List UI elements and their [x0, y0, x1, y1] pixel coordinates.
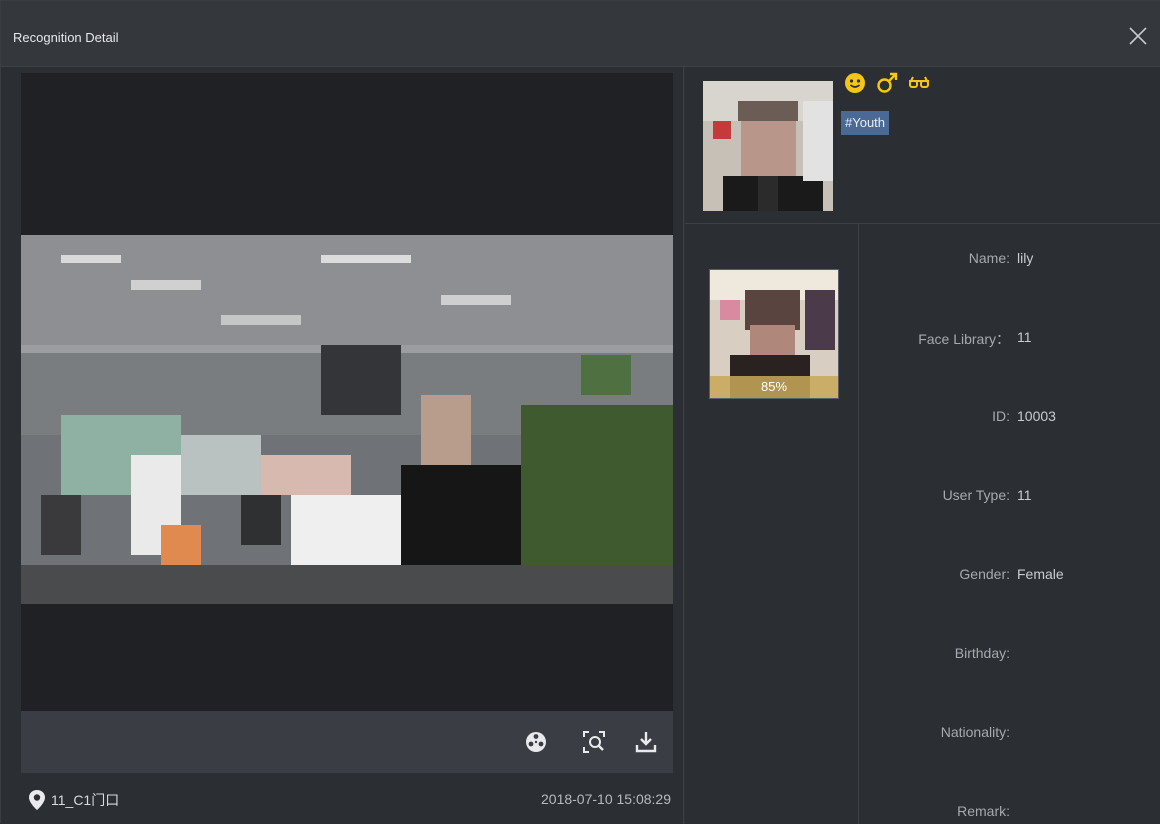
- video-viewport: [21, 73, 673, 711]
- capture-timestamp: 2018-07-10 15:08:29: [541, 791, 671, 807]
- matched-face-image[interactable]: 85%: [709, 269, 839, 399]
- person-info: Name: lily Face Library： 11 ID: 10003 Us…: [860, 224, 1160, 824]
- birthday-label: Birthday:: [954, 645, 1010, 661]
- user-type-label: User Type:: [942, 487, 1010, 503]
- user-type-value: 11: [1017, 487, 1032, 503]
- glasses-icon: [907, 71, 931, 95]
- field-remark: Remark:: [860, 799, 1160, 823]
- film-reel-icon: [526, 732, 546, 752]
- smile-icon: [843, 71, 867, 95]
- close-button[interactable]: [1127, 25, 1149, 47]
- close-icon: [1129, 27, 1147, 45]
- field-birthday: Birthday:: [860, 641, 1160, 665]
- zoom-face-icon: [583, 731, 605, 753]
- zoom-face-button[interactable]: [581, 729, 607, 755]
- face-library-label: Face Library：: [918, 331, 1010, 347]
- scene-snapshot-image: [21, 235, 673, 604]
- snapshot-toolbar: [21, 711, 673, 773]
- field-face-library: Face Library： 11: [860, 325, 1160, 349]
- channel-location: 11_C1门口: [27, 789, 119, 811]
- gender-label: Gender:: [959, 566, 1010, 582]
- detail-panel: #Youth 85% Name: lily Face Library： 11 I…: [685, 67, 1160, 824]
- male-icon: [875, 71, 899, 95]
- channel-name: 11_C1门口: [51, 792, 120, 808]
- id-label: ID:: [992, 408, 1010, 424]
- title-bar: Recognition Detail: [1, 1, 1160, 67]
- field-nationality: Nationality:: [860, 720, 1160, 744]
- video-playback-button[interactable]: [523, 729, 549, 755]
- face-attributes: [843, 71, 931, 95]
- captured-face-image: [703, 81, 833, 211]
- field-id: ID: 10003: [860, 404, 1160, 428]
- face-library-value: 11: [1017, 329, 1032, 345]
- name-value: lily: [1017, 250, 1034, 266]
- recognition-detail-dialog: Recognition Detail 11_C1门口 2018-07-10 15…: [0, 0, 1160, 824]
- remark-label: Remark:: [957, 803, 1010, 819]
- field-user-type: User Type: 11: [860, 483, 1160, 507]
- nationality-label: Nationality:: [940, 724, 1010, 740]
- gender-value: Female: [1017, 566, 1064, 582]
- download-icon: [635, 732, 657, 753]
- snapshot-panel: 11_C1门口 2018-07-10 15:08:29: [1, 67, 684, 824]
- age-tag: #Youth: [841, 111, 890, 135]
- download-button[interactable]: [633, 729, 659, 755]
- id-value: 10003: [1017, 408, 1056, 424]
- field-name: Name: lily: [860, 246, 1160, 270]
- field-gender: Gender: Female: [860, 562, 1160, 586]
- matched-face-column: 85%: [685, 224, 859, 824]
- dialog-title: Recognition Detail: [13, 30, 119, 45]
- name-label: Name:: [968, 250, 1010, 266]
- similarity-badge: 85%: [710, 376, 838, 398]
- captured-face-section: #Youth: [685, 67, 1160, 224]
- location-pin-icon: [29, 790, 45, 810]
